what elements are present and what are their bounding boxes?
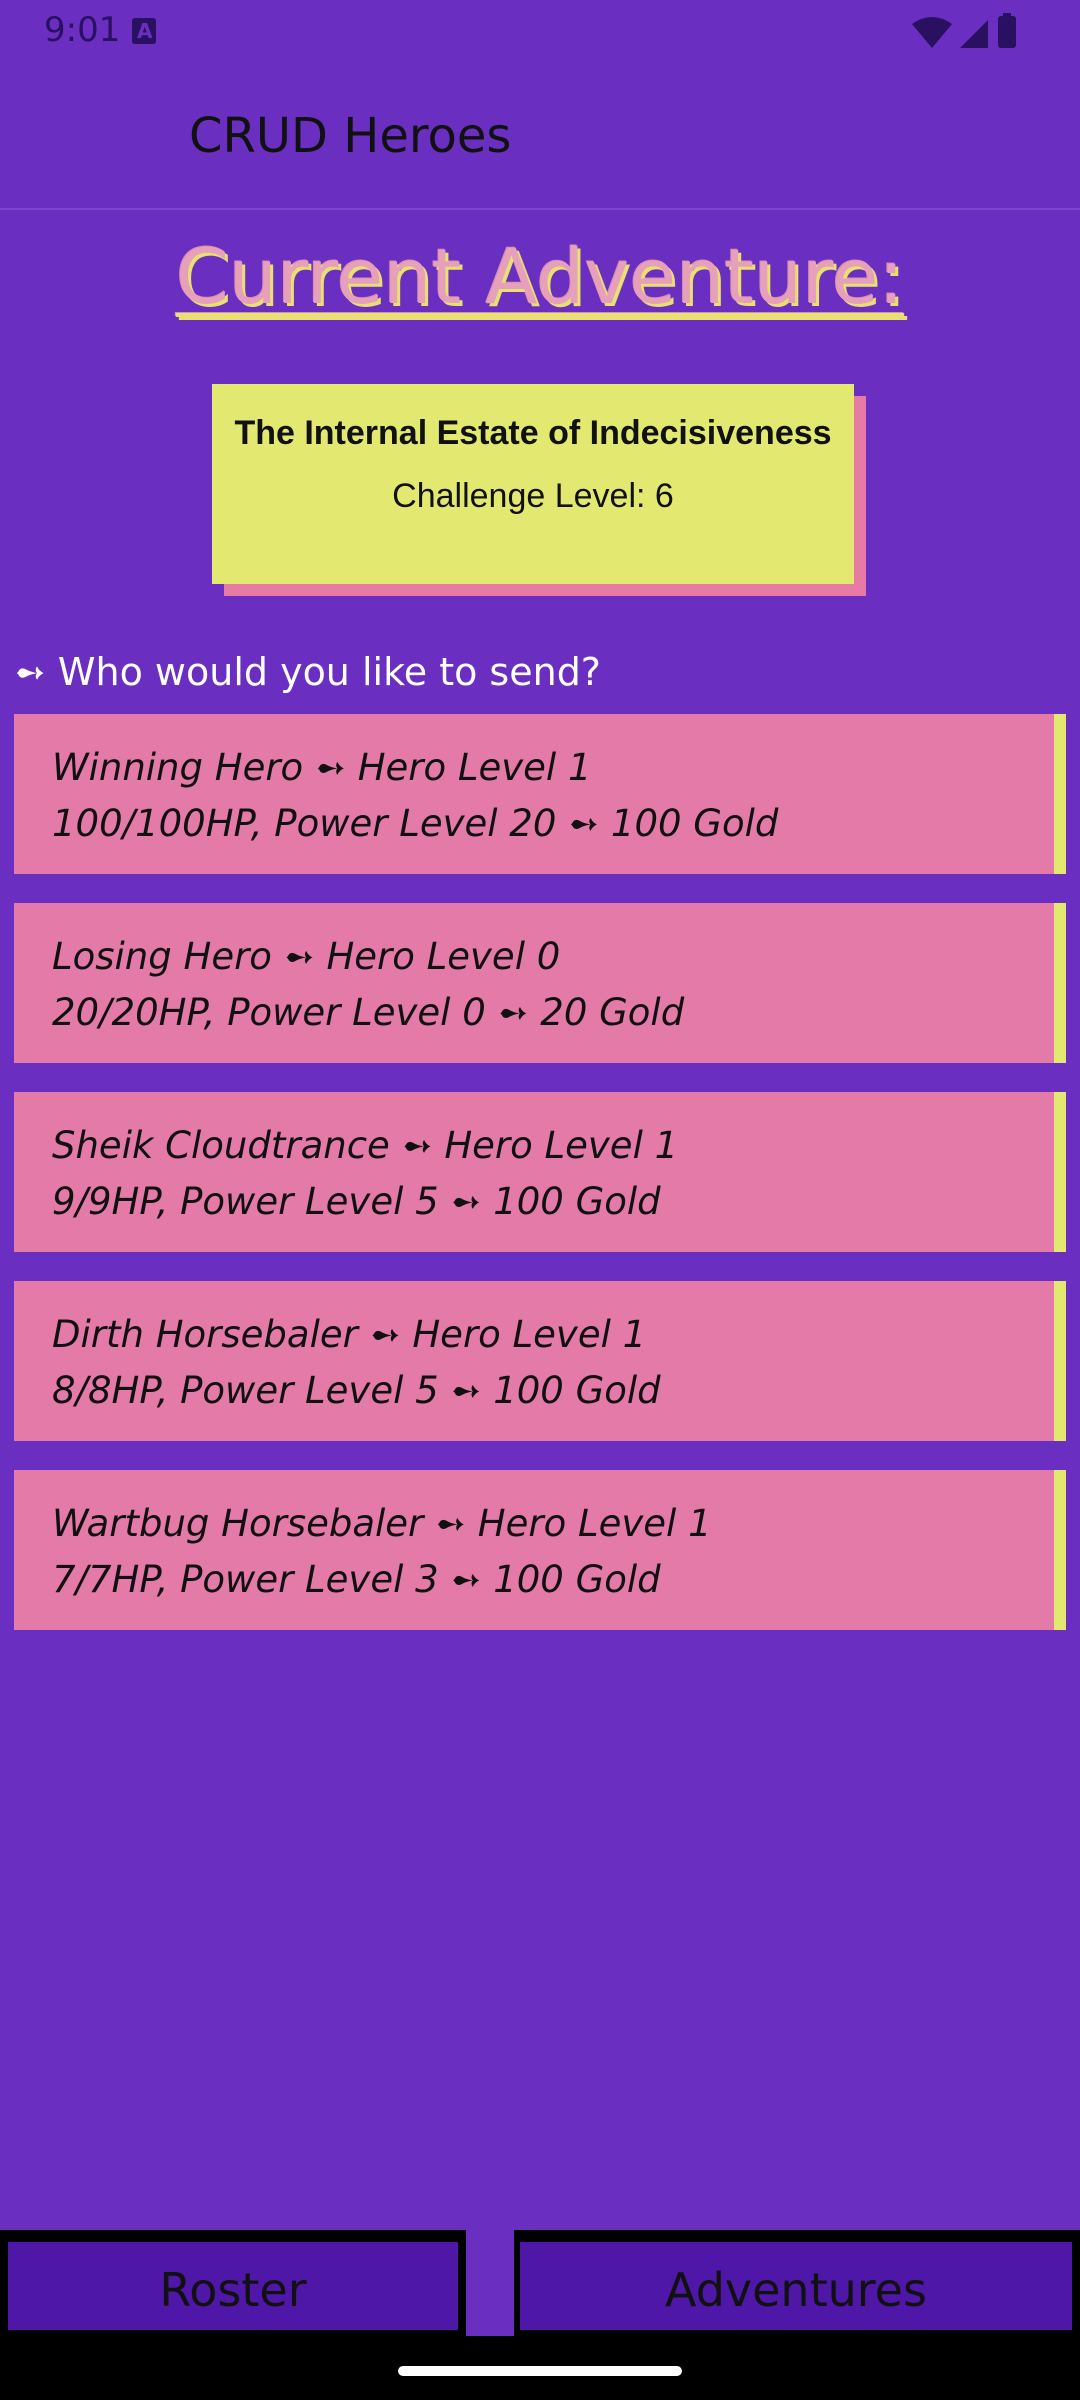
home-indicator[interactable] <box>398 2366 682 2376</box>
send-prompt: ➻ Who would you like to send? <box>14 650 601 694</box>
hero-stats: 8/8HP, Power Level 5 ➻ 100 Gold <box>52 1369 661 1412</box>
nav-divider <box>466 2230 514 2336</box>
status-time: 9:01 <box>44 10 121 50</box>
hero-list: Winning Hero ➻ Hero Level 1 100/100HP, P… <box>14 714 1066 1659</box>
hero-stats: 9/9HP, Power Level 5 ➻ 100 Gold <box>52 1180 661 1223</box>
hero-card[interactable]: Winning Hero ➻ Hero Level 1 100/100HP, P… <box>14 714 1066 874</box>
hero-name-level: Losing Hero ➻ Hero Level 0 <box>52 935 561 978</box>
hero-name-level: Wartbug Horsebaler ➻ Hero Level 1 <box>52 1502 712 1545</box>
hero-stats: 20/20HP, Power Level 0 ➻ 20 Gold <box>52 991 685 1034</box>
hero-name-level: Sheik Cloudtrance ➻ Hero Level 1 <box>52 1124 679 1167</box>
hero-stats: 100/100HP, Power Level 20 ➻ 100 Gold <box>52 802 779 845</box>
status-bar: 9:01 <box>0 0 1080 62</box>
battery-icon <box>998 16 1016 48</box>
wifi-icon <box>912 17 952 48</box>
status-icons <box>912 13 1016 48</box>
app-notification-icon <box>132 18 156 44</box>
signal-icon <box>960 20 988 48</box>
hero-name-level: Dirth Horsebaler ➻ Hero Level 1 <box>52 1313 647 1356</box>
app-title: CRUD Heroes <box>189 108 512 164</box>
app-bar: CRUD Heroes <box>0 62 1080 210</box>
roster-button[interactable]: Roster <box>4 2238 462 2334</box>
hero-card[interactable]: Dirth Horsebaler ➻ Hero Level 1 8/8HP, P… <box>14 1281 1066 1441</box>
adventure-card: The Internal Estate of Indecisiveness Ch… <box>212 384 854 584</box>
hero-card[interactable]: Sheik Cloudtrance ➻ Hero Level 1 9/9HP, … <box>14 1092 1066 1252</box>
bottom-nav: Roster Adventures <box>0 2230 1080 2336</box>
hero-card[interactable]: Losing Hero ➻ Hero Level 0 20/20HP, Powe… <box>14 903 1066 1063</box>
challenge-level: Challenge Level: 6 <box>392 477 674 515</box>
adventures-button[interactable]: Adventures <box>516 2238 1076 2334</box>
hero-name-level: Winning Hero ➻ Hero Level 1 <box>52 746 592 789</box>
current-adventure-heading: Current Adventure: <box>175 232 905 321</box>
hero-stats: 7/7HP, Power Level 3 ➻ 100 Gold <box>52 1558 661 1601</box>
adventure-name: The Internal Estate of Indecisiveness <box>234 414 832 452</box>
hero-card[interactable]: Wartbug Horsebaler ➻ Hero Level 1 7/7HP,… <box>14 1470 1066 1630</box>
